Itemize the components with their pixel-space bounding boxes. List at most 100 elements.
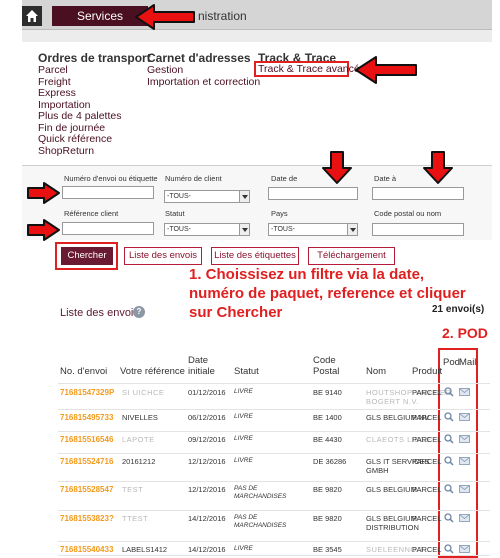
label-statut: Statut [165,209,185,218]
shipment-number-link[interactable]: 71681547329P [60,388,114,397]
chevron-down-icon [239,191,249,202]
mail-envelope-icon[interactable] [459,545,470,553]
produit-cell: PARCEL [412,514,442,523]
pod-search-icon[interactable] [444,544,454,554]
produit-cell: PARCEL [412,545,442,554]
pod-search-icon[interactable] [444,484,454,494]
reference-input[interactable] [62,222,154,235]
date-cell: 12/12/2016 [188,485,226,494]
statut-cell-line1: LIVRE [234,435,253,442]
header-divider [58,383,490,384]
statut-cell-line1: LIVRE [234,545,253,552]
mail-envelope-icon[interactable] [459,413,470,421]
pays-select[interactable]: -TOUS- [268,223,358,236]
telechargement-button[interactable]: Téléchargement [308,247,395,265]
nom-cell-line1: GLS BELGIUM [366,485,417,494]
menu-item-track-trace-avance[interactable]: Track & Trace avancé [258,63,360,76]
client-select[interactable]: -TOUS- [164,190,250,203]
shipment-number-link[interactable]: 716815528547 [60,485,113,494]
produit-cell: PARCEL [412,413,442,422]
label-numero-client: Numéro de client [165,174,222,183]
page-edge [492,0,500,558]
shipment-number-link[interactable]: 716815516546 [60,435,113,444]
menu-item-plus-de-4-palettes[interactable]: Plus de 4 palettes [38,110,151,123]
row-divider [58,453,490,454]
reference-cell: NIVELLES [122,413,158,422]
mail-envelope-icon[interactable] [459,388,470,396]
chevron-down-icon [239,224,249,235]
mail-envelope-icon[interactable] [459,457,470,465]
date-a-input[interactable] [372,187,464,200]
annotation-arrow-date-a [423,151,453,184]
row-divider [58,555,490,556]
pod-search-icon[interactable] [444,387,454,397]
liste-envois-button[interactable]: Liste des envois [124,247,202,265]
menu-item-quick-reference[interactable]: Quick référence [38,133,151,146]
menu-ordres-de-transport: Ordres de transport Parcel Freight Expre… [38,51,151,157]
annotation-arrow-track-trace [355,56,417,84]
menu-item-importation-correction[interactable]: Importation et correction [147,76,260,89]
pod-search-icon[interactable] [444,513,454,523]
chevron-down-icon [347,224,357,235]
shipment-number-link[interactable]: 716815540433 [60,545,113,554]
row-divider [58,409,490,410]
code-postal-cell: BE 4430 [313,435,342,444]
date-cell: 09/12/2016 [188,435,226,444]
home-button[interactable] [22,6,42,26]
chercher-button[interactable]: Chercher [61,247,113,265]
envoi-input[interactable] [62,186,154,199]
statut-select[interactable]: -TOUS- [164,223,250,236]
mail-envelope-icon[interactable] [459,485,470,493]
date-cell: 01/12/2016 [188,388,226,397]
pod-search-icon[interactable] [444,412,454,422]
mail-envelope-icon[interactable] [459,435,470,443]
shipment-number-link[interactable]: 716815495733 [60,413,113,422]
code-postal-input[interactable] [372,223,464,236]
header-statut: Statut [234,366,259,377]
menu-item-parcel[interactable]: Parcel [38,64,151,77]
info-icon[interactable]: ? [133,306,145,318]
header-no-envoi: No. d'envoi [60,366,108,377]
menu-heading: Carnet d'adresses [147,51,251,65]
tab-administration[interactable]: nistration [198,6,247,26]
pod-search-icon[interactable] [444,434,454,444]
statut-cell-line1: LIVRE [234,413,253,420]
statut-cell-line1: PAS DE [234,514,258,521]
shipment-number-link[interactable]: 716815524716 [60,457,113,466]
menu-item-express[interactable]: Express [38,87,151,100]
label-numero-envoi: Numéro d'envoi ou étiquette [64,174,158,183]
home-icon [26,10,38,22]
reference-cell: SI UICHCE [122,388,165,397]
nom-cell-line2: DISTRIBUTION [366,523,419,532]
annotation-step1: 1. Choissisez un filtre via la date, num… [189,265,466,322]
row-divider [58,431,490,432]
date-de-input[interactable] [268,187,358,200]
annotation-step1-line3: sur Chercher [189,304,283,321]
sub-header-bar [22,30,492,42]
header-mail: Mail [459,357,477,368]
produit-cell: PARCEL [412,457,442,466]
label-reference-client: Référence client [64,209,119,218]
header-code-line2: Postal [313,366,340,377]
annotation-arrow-envoi [27,182,60,204]
shipment-number-link[interactable]: 71681553823? [60,514,114,523]
menu-item-gestion[interactable]: Gestion [147,64,260,77]
statut-cell-line1: PAS DE [234,485,258,492]
header-reference: Votre référence [120,366,185,377]
liste-etiquettes-button[interactable]: Liste des étiquettes [211,247,299,265]
label-pays: Pays [271,209,288,218]
row-divider [58,541,490,542]
mail-envelope-icon[interactable] [459,514,470,522]
menu-item-shopreturn[interactable]: ShopReturn [38,145,151,158]
header-date-line2: initiale [188,366,215,377]
annotation-arrow-services [135,4,195,30]
reference-cell: 20161212 [122,457,156,466]
nom-cell-line2: GMBH [366,466,389,475]
statut-cell-line2: MARCHANDISES [234,522,287,529]
pod-search-icon[interactable] [444,456,454,466]
produit-cell: PARCEL [412,388,442,397]
shipment-count: 21 envoi(s) [432,304,485,315]
statut-cell-line1: LIVRE [234,388,253,395]
pays-select-value: -TOUS- [271,226,295,233]
menu-heading: Ordres de transport [38,51,151,65]
